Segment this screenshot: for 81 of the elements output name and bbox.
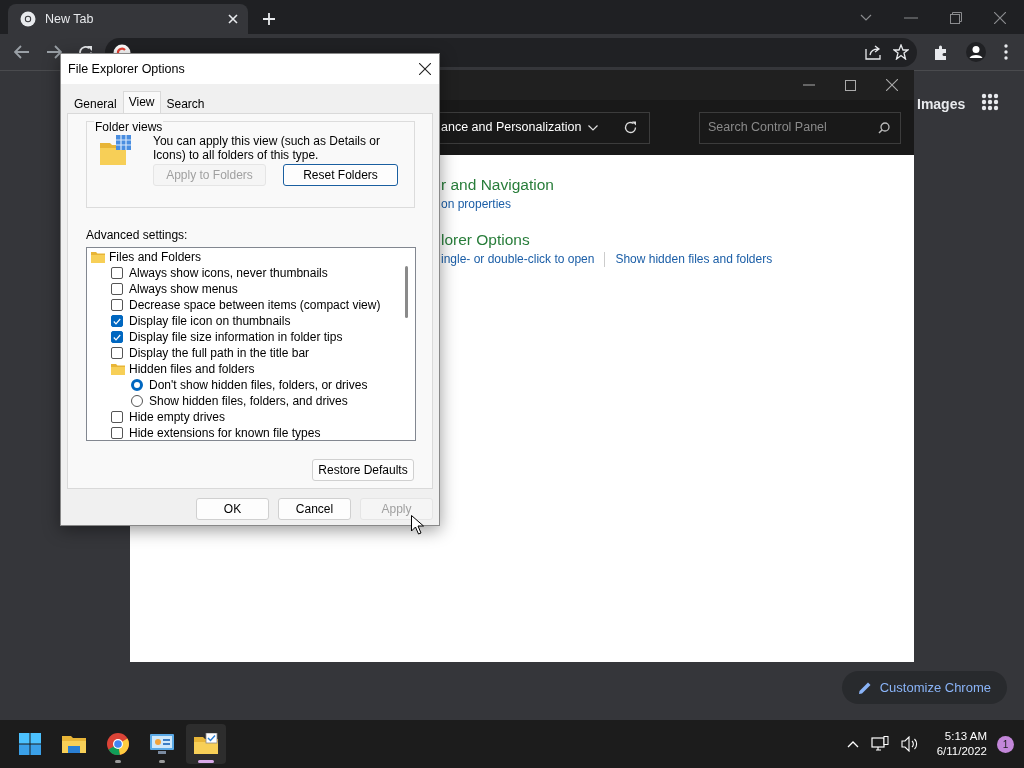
setting-label: Hidden files and folders	[129, 361, 255, 378]
group-label: Folder views	[94, 121, 164, 133]
setting-label: Hide extensions for known file types	[129, 425, 321, 440]
checkbox[interactable]	[111, 283, 123, 295]
browser-logo-icon	[20, 11, 36, 27]
forward-icon[interactable]	[46, 45, 62, 59]
extensions-icon[interactable]	[933, 44, 948, 60]
folder-button[interactable]: Reset Folders	[283, 164, 398, 186]
setting-label: Show hidden files, folders, and drives	[149, 393, 348, 410]
volume-icon[interactable]	[900, 736, 919, 752]
search-placeholder: Search Control Panel	[708, 119, 827, 137]
folder-icon	[111, 363, 125, 375]
checkbox[interactable]	[111, 411, 123, 423]
apps-icon[interactable]	[981, 93, 999, 111]
refresh-icon[interactable]	[624, 121, 637, 134]
scrollbar-thumb[interactable]	[405, 266, 408, 318]
cursor-icon	[411, 515, 424, 535]
checkbox[interactable]	[111, 331, 123, 343]
section-label: Advanced settings:	[86, 227, 189, 244]
window-title: File Explorer Options	[68, 60, 185, 78]
network-icon[interactable]	[870, 736, 889, 752]
setting-label: Don't show hidden files, folders, or drives	[149, 377, 368, 394]
restore-defaults-button[interactable]: Restore Defaults	[312, 459, 414, 481]
close-icon[interactable]	[419, 63, 431, 75]
radio-button[interactable]	[131, 379, 143, 391]
folder-icon	[91, 251, 105, 263]
images-link[interactable]: Images	[917, 94, 966, 115]
checkbox[interactable]	[111, 299, 123, 311]
maximize-icon[interactable]	[845, 79, 856, 91]
folder-grid-icon	[100, 135, 132, 165]
search-field[interactable]: Search Control Panel	[699, 111, 901, 144]
menu-icon[interactable]	[1004, 44, 1008, 60]
description-text: You can apply this view (such as Details or Icons) to all folders of this type.	[153, 134, 381, 162]
setting-label: Decrease space between items (compact view)	[129, 297, 381, 314]
setting-label: Display the full path in the title bar	[129, 345, 310, 362]
task-link[interactable]: ingle- or double-click to open	[441, 250, 595, 268]
checkbox[interactable]	[111, 267, 123, 279]
share-icon[interactable]	[865, 44, 883, 60]
radio-button[interactable]	[131, 395, 143, 407]
breadcrumb-text: ance and Personalization	[441, 119, 582, 137]
section-heading[interactable]: lorer Options	[441, 230, 914, 250]
checkbox[interactable]	[111, 315, 123, 327]
browser-tab[interactable]: New Tab	[8, 4, 248, 34]
close-icon[interactable]	[886, 79, 898, 91]
chevron-up-icon[interactable]	[846, 740, 859, 748]
setting-label: Display file size information in folder tips	[129, 329, 343, 346]
folder-icon[interactable]	[62, 734, 86, 754]
dialog-button[interactable]: OK	[196, 498, 269, 520]
dialog-button[interactable]: Cancel	[278, 498, 351, 520]
running-indicator	[115, 760, 121, 763]
search-icon[interactable]	[878, 121, 890, 134]
checkbox[interactable]	[111, 427, 123, 439]
setting-label: Display file icon on thumbnails	[129, 313, 291, 330]
tab[interactable]: General	[68, 94, 123, 113]
star-icon[interactable]	[893, 44, 909, 60]
taskbar-button[interactable]	[186, 724, 226, 764]
tab[interactable]: Search	[160, 94, 211, 113]
notification-badge[interactable]: 1	[997, 735, 1014, 753]
new-tab-icon[interactable]	[262, 12, 276, 26]
restore-icon[interactable]	[950, 12, 962, 24]
tab[interactable]: View	[122, 91, 161, 113]
monitor-icon[interactable]	[150, 733, 174, 755]
pencil-icon	[857, 680, 872, 695]
setting-label: Always show icons, never thumbnails	[129, 265, 328, 282]
profile-icon[interactable]	[966, 42, 986, 62]
browser-icon[interactable]	[107, 733, 129, 755]
start-icon-drawing[interactable]	[19, 733, 41, 755]
back-icon[interactable]	[14, 45, 30, 59]
customize-button[interactable]: Customize Chrome	[841, 671, 1007, 704]
task-link[interactable]: Show hidden files and folders	[615, 250, 773, 268]
setting-label: Hide empty drives	[129, 409, 226, 426]
folder-check-icon[interactable]	[194, 733, 218, 755]
setting-label: Files and Folders	[109, 249, 202, 266]
running-indicator	[159, 760, 165, 763]
checkbox[interactable]	[111, 347, 123, 359]
tab-title: New Tab	[45, 10, 95, 28]
task-link[interactable]: on properties	[441, 195, 512, 213]
section-heading[interactable]: r and Navigation	[441, 175, 914, 195]
setting-label: Always show menus	[129, 281, 238, 298]
running-indicator	[198, 760, 214, 763]
clock[interactable]: 5:13 AM 6/11/2022	[936, 729, 987, 759]
